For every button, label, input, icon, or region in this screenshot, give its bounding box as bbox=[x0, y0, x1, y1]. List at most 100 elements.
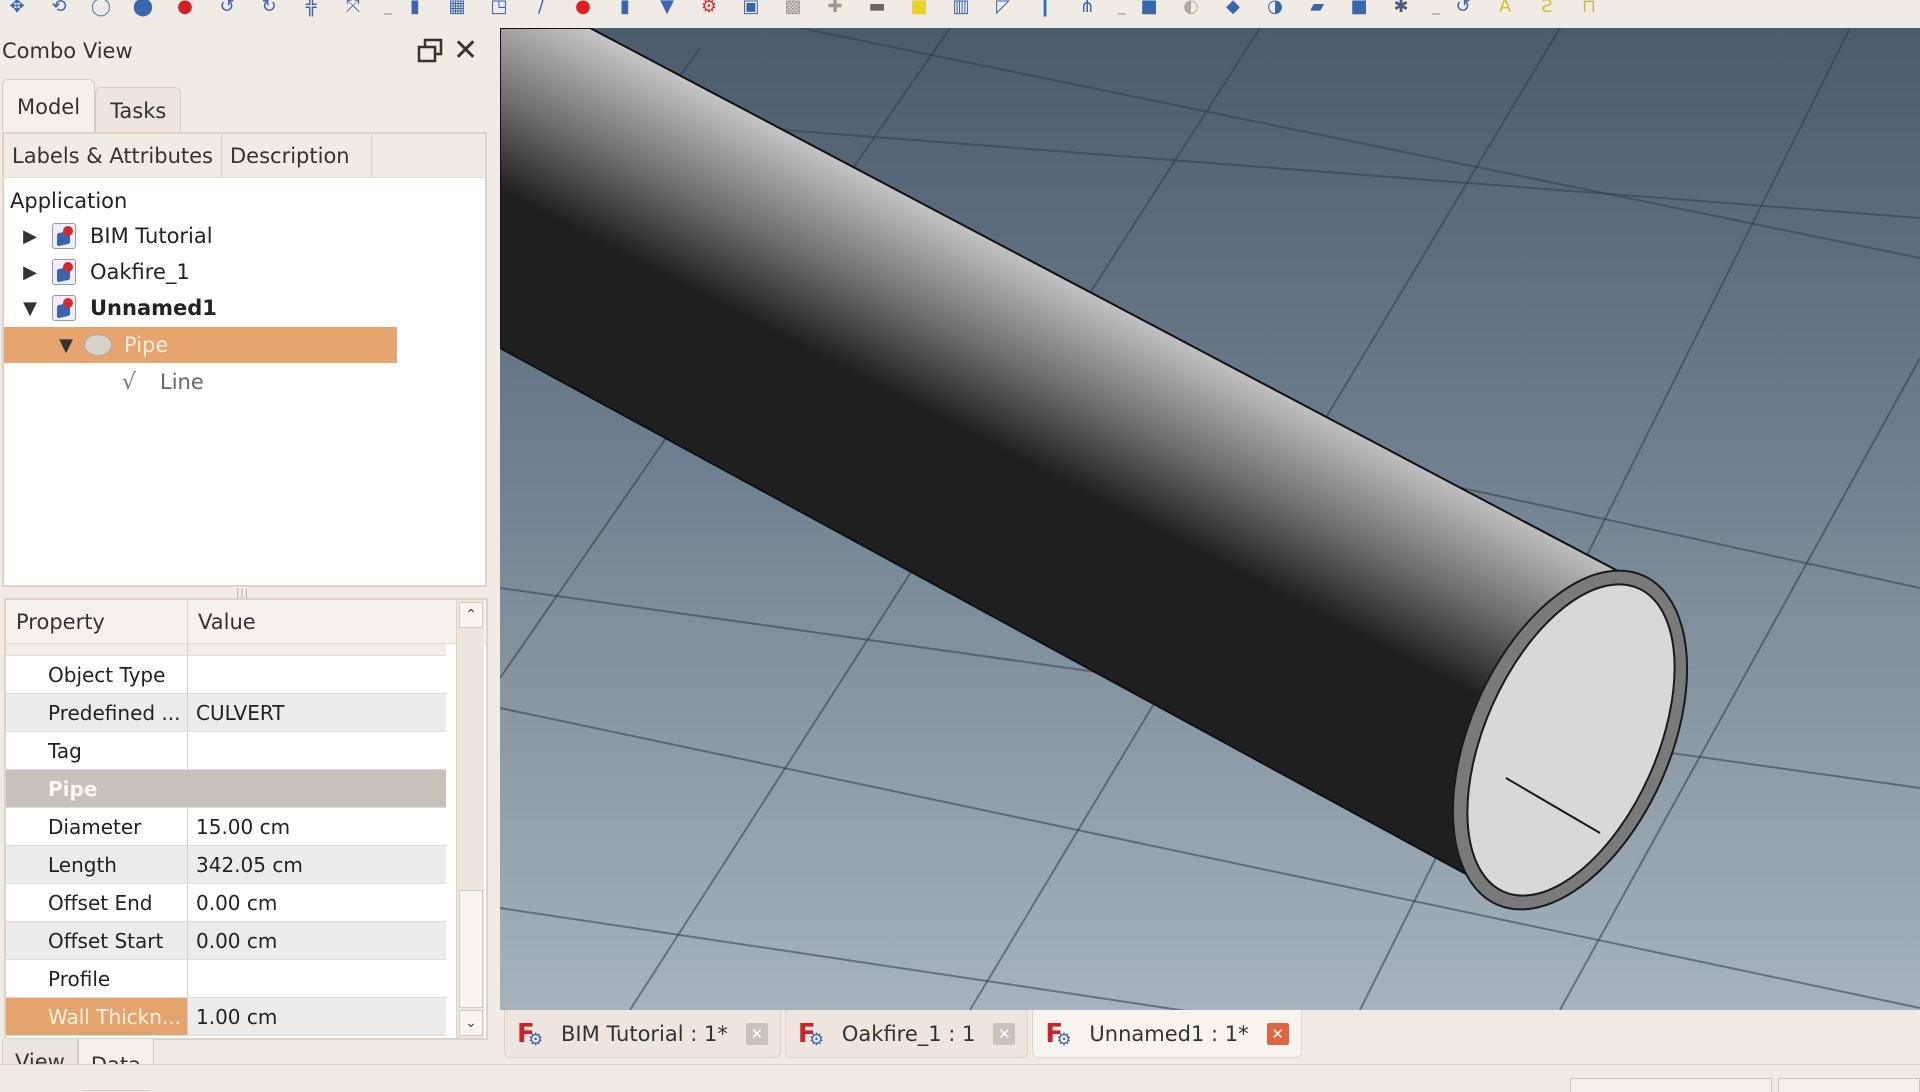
settings-icon[interactable]: ✱ bbox=[1384, 0, 1418, 22]
column-description[interactable]: Description bbox=[222, 134, 372, 177]
expand-arrow-icon[interactable]: ▶ bbox=[20, 226, 40, 247]
columns-icon[interactable]: ▥ bbox=[944, 0, 978, 22]
combo-view-panel: Combo View ✕ Model Tasks Labels & Attrib… bbox=[0, 28, 500, 1091]
array-icon[interactable]: ▦ bbox=[440, 0, 474, 22]
add-icon[interactable]: ✚ bbox=[818, 0, 852, 22]
property-row-partial bbox=[6, 644, 446, 656]
tree-item-label: Oakfire_1 bbox=[90, 260, 190, 284]
yellow-cube-icon[interactable]: ■ bbox=[902, 0, 936, 22]
property-value[interactable]: CULVERT bbox=[188, 694, 446, 731]
link-icon[interactable]: ◑ bbox=[1258, 0, 1292, 22]
property-value[interactable] bbox=[188, 656, 446, 693]
stairs-icon[interactable]: ◸ bbox=[986, 0, 1020, 22]
document-tab[interactable]: F ⚙ Oakfire_1 : 1 ✕ bbox=[784, 1010, 1029, 1058]
text-icon[interactable]: A bbox=[1488, 0, 1522, 22]
split-icon[interactable]: ╬ bbox=[294, 0, 328, 22]
collapse-arrow-icon[interactable]: ▼ bbox=[56, 335, 76, 356]
window-icon[interactable]: ▣ bbox=[734, 0, 768, 22]
line-icon[interactable]: ∕ bbox=[524, 0, 558, 22]
collapse-arrow-icon[interactable]: ▼ bbox=[20, 298, 40, 319]
equipment-icon[interactable]: ■ bbox=[1342, 0, 1376, 22]
tree-item-unnamed1[interactable]: ▼ Unnamed1 bbox=[20, 290, 217, 326]
document-tab-label: Unnamed1 : 1* bbox=[1089, 1021, 1249, 1046]
expand-arrow-icon[interactable]: ▶ bbox=[20, 262, 40, 283]
downgrade-icon[interactable]: ↻ bbox=[252, 0, 286, 22]
upgrade-icon[interactable]: ↺ bbox=[210, 0, 244, 22]
property-value[interactable]: 15.00 cm bbox=[188, 808, 446, 845]
freecad-document-icon: F ⚙ bbox=[1045, 1018, 1072, 1050]
tab-model[interactable]: Model bbox=[2, 79, 96, 133]
close-tab-icon[interactable]: ✕ bbox=[745, 1022, 768, 1045]
tree-item-oakfire[interactable]: ▶ Oakfire_1 bbox=[20, 254, 190, 290]
property-group-header[interactable]: Pipe bbox=[6, 770, 446, 808]
tree-item-pipe[interactable]: ▼ Pipe bbox=[4, 327, 397, 363]
tab-tasks[interactable]: Tasks bbox=[95, 87, 182, 133]
property-value[interactable]: 0.00 cm bbox=[188, 922, 446, 959]
property-row[interactable]: Diameter 15.00 cm bbox=[6, 808, 446, 846]
beam-icon[interactable]: ┃ bbox=[1028, 0, 1062, 22]
document-tabs: F ⚙ BIM Tutorial : 1* ✕ F ⚙ Oakfire_1 : 1 ✕ F ⚙ Un… bbox=[500, 1010, 1920, 1060]
property-row[interactable]: Profile bbox=[6, 960, 446, 998]
red-sphere-icon[interactable]: ● bbox=[566, 0, 600, 22]
property-value[interactable] bbox=[188, 732, 446, 769]
column-property[interactable]: Property bbox=[6, 600, 188, 643]
panel-icon[interactable]: ▰ bbox=[1300, 0, 1334, 22]
scroll-up-icon[interactable]: ⌃ bbox=[459, 602, 483, 628]
scroll-down-icon[interactable]: ⌄ bbox=[459, 1010, 483, 1036]
property-row[interactable]: Offset Start 0.00 cm bbox=[6, 922, 446, 960]
property-value[interactable]: 1.00 cm bbox=[188, 998, 446, 1035]
grey-box-icon[interactable]: ▩ bbox=[776, 0, 810, 22]
close-tab-icon[interactable]: ✕ bbox=[993, 1022, 1016, 1045]
pipe-icon bbox=[84, 334, 112, 356]
wall-icon[interactable]: ▮ bbox=[608, 0, 642, 22]
column-value[interactable]: Value bbox=[188, 600, 256, 643]
property-name: Diameter bbox=[6, 808, 188, 845]
property-row[interactable]: Object Type bbox=[6, 656, 446, 694]
join-icon[interactable]: ⤧ bbox=[336, 0, 370, 22]
move-icon[interactable]: ✥ bbox=[0, 0, 34, 22]
close-panel-icon[interactable]: ✕ bbox=[453, 36, 478, 66]
document-tab[interactable]: F ⚙ Unnamed1 : 1* ✕ bbox=[1032, 1010, 1302, 1058]
document-tab[interactable]: F ⚙ BIM Tutorial : 1* ✕ bbox=[504, 1010, 781, 1058]
curve-icon[interactable]: ↺ bbox=[1446, 0, 1480, 22]
path-array-icon[interactable]: ◳ bbox=[482, 0, 516, 22]
blue-box-icon[interactable]: ■ bbox=[1132, 0, 1166, 22]
dimension-icon[interactable]: Ƨ bbox=[1530, 0, 1564, 22]
property-row[interactable]: Wall Thickn... 1.00 cm bbox=[6, 998, 446, 1036]
scale-icon[interactable]: ⬤ bbox=[126, 0, 160, 22]
float-panel-icon[interactable] bbox=[417, 38, 443, 64]
column-labels-attributes[interactable]: Labels & Attributes bbox=[4, 134, 222, 177]
measure-icon[interactable]: ⊓ bbox=[1572, 0, 1606, 22]
3d-viewport[interactable] bbox=[500, 28, 1920, 1010]
property-name: Pipe bbox=[48, 776, 98, 801]
property-row[interactable]: Tag bbox=[6, 732, 446, 770]
3d-scene[interactable] bbox=[500, 28, 1920, 1010]
status-bar bbox=[0, 1064, 1920, 1092]
scrollbar-thumb[interactable] bbox=[459, 890, 483, 1008]
tree-item-label: Line bbox=[160, 370, 204, 394]
property-scrollbar[interactable]: ⌃ ⌄ bbox=[456, 600, 484, 1038]
tree-header: Labels & Attributes Description bbox=[4, 134, 485, 178]
combo-view-title: Combo View bbox=[2, 39, 133, 63]
blue-shape-icon[interactable]: ◆ bbox=[1216, 0, 1250, 22]
offset-icon[interactable]: ◯ bbox=[84, 0, 118, 22]
toolbar-separator bbox=[1432, 13, 1440, 15]
property-row[interactable]: Length 342.05 cm bbox=[6, 846, 446, 884]
property-value[interactable] bbox=[188, 960, 446, 997]
property-value[interactable]: 0.00 cm bbox=[188, 884, 446, 921]
property-row[interactable]: Predefined ... CULVERT bbox=[6, 694, 446, 732]
property-value[interactable]: 342.05 cm bbox=[188, 846, 446, 883]
document-icon bbox=[52, 259, 76, 285]
red-pin-icon[interactable]: ● bbox=[168, 0, 202, 22]
tree-item-line[interactable]: √ Line bbox=[122, 364, 204, 400]
rotate-icon[interactable]: ⟲ bbox=[42, 0, 76, 22]
wire-icon[interactable]: ▮ bbox=[398, 0, 432, 22]
property-row[interactable]: Offset End 0.00 cm bbox=[6, 884, 446, 922]
remove-icon[interactable]: ▬ bbox=[860, 0, 894, 22]
close-tab-icon[interactable]: ✕ bbox=[1266, 1022, 1289, 1045]
grey-shape-icon[interactable]: ◐ bbox=[1174, 0, 1208, 22]
rebar-icon[interactable]: ⚙ bbox=[692, 0, 726, 22]
structure-icon[interactable]: ▼ bbox=[650, 0, 684, 22]
frame-icon[interactable]: ⋔ bbox=[1070, 0, 1104, 22]
tree-item-bim-tutorial[interactable]: ▶ BIM Tutorial bbox=[20, 218, 213, 254]
